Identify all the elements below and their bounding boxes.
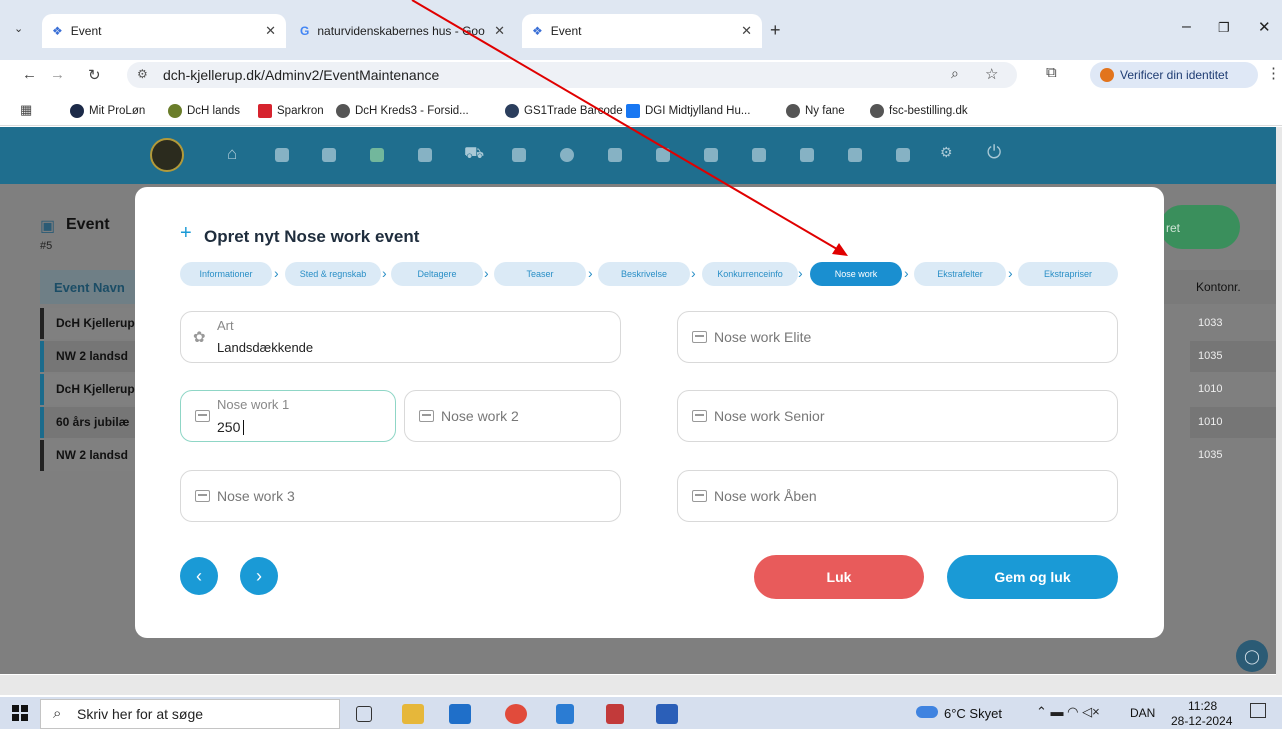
clock-date[interactable]: 28-12-2024 bbox=[1171, 714, 1232, 728]
search-placeholder: Skriv her for at søge bbox=[77, 706, 204, 722]
weather-text[interactable]: 6°C Skyet bbox=[944, 706, 1002, 721]
annotation-arrow bbox=[411, 0, 848, 256]
taskbar-search-input[interactable]: ⌕ Skriv her for at søge bbox=[40, 699, 340, 729]
file-explorer-icon[interactable] bbox=[402, 704, 424, 724]
outlook-icon[interactable] bbox=[449, 704, 471, 724]
clock-time[interactable]: 11:28 bbox=[1188, 699, 1217, 713]
notification-icon[interactable] bbox=[1250, 703, 1266, 718]
task-view-icon[interactable] bbox=[356, 706, 372, 722]
language-indicator[interactable]: DAN bbox=[1130, 706, 1155, 720]
chrome-icon[interactable] bbox=[505, 704, 527, 724]
word-icon[interactable] bbox=[656, 704, 678, 724]
search-icon: ⌕ bbox=[53, 705, 62, 722]
snipping-tool-icon[interactable] bbox=[606, 704, 624, 724]
weather-icon[interactable] bbox=[916, 706, 938, 718]
app-icon[interactable] bbox=[556, 704, 574, 724]
tray-icons[interactable]: ⌃ ▬ ◠ ◁× bbox=[1036, 704, 1100, 720]
windows-start-icon[interactable] bbox=[12, 705, 28, 721]
